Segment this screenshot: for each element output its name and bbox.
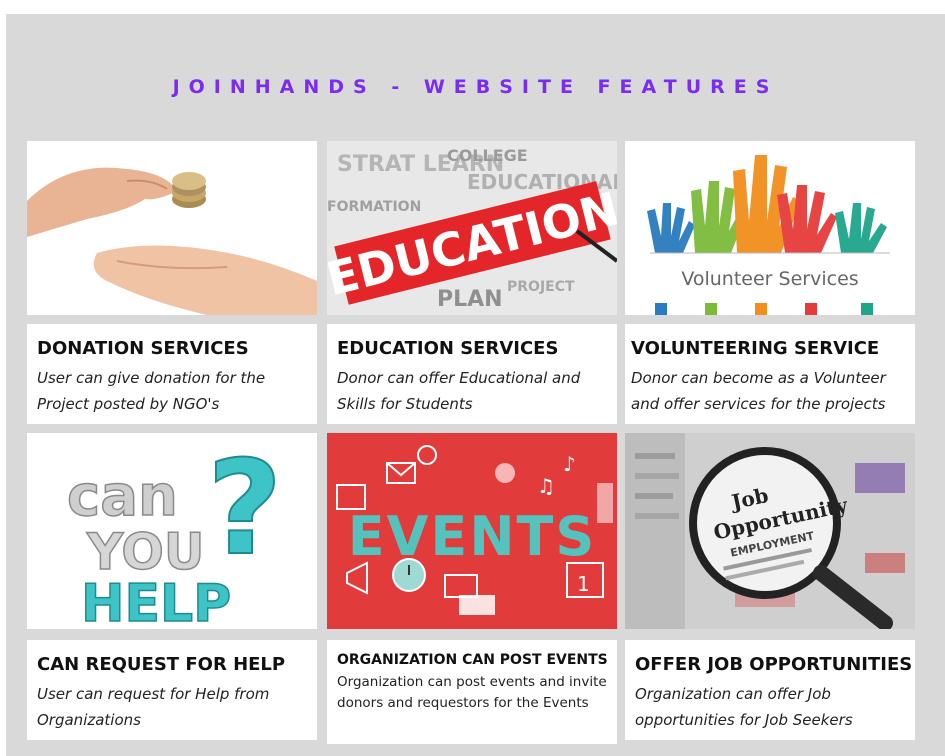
events-description: Organization can post events and invite … (337, 674, 607, 711)
education-title: EDUCATION SERVICES (337, 338, 559, 359)
svg-text:PROJECT: PROJECT (507, 279, 575, 295)
svg-text:Volunteer Services: Volunteer Services (681, 268, 858, 290)
volunteer-card: VOLUNTEERING SERVICE Donor can become as… (625, 324, 915, 424)
donation-card: DONATION SERVICES User can give donation… (27, 324, 317, 424)
jobs-title: OFFER JOB OPPORTUNITIES (635, 654, 913, 675)
events-title: ORGANIZATION CAN POST EVENTS (337, 652, 608, 668)
jobs-description: Organization can offer Job opportunities… (635, 685, 853, 729)
svg-text:?: ? (207, 433, 282, 584)
events-card: ORGANIZATION CAN POST EVENTS Organizatio… (327, 640, 617, 744)
jobs-card: OFFER JOB OPPORTUNITIES Organization can… (625, 640, 915, 740)
svg-text:FORMATION: FORMATION (327, 199, 421, 215)
education-image: STRAT LEARN COLLEGE EDUCATIONAL FORMATIO… (327, 141, 617, 315)
help-title: CAN REQUEST FOR HELP (37, 654, 286, 675)
svg-text:PLAN: PLAN (437, 287, 503, 312)
svg-text:COLLEGE: COLLEGE (447, 146, 528, 165)
events-image: ♪ ♫ 1 EVENTS (327, 433, 617, 629)
volunteer-description: Donor can become as a Volunteer and offe… (631, 369, 886, 413)
job-opportunity-image: Job Opportunity EMPLOYMENT (625, 433, 915, 629)
help-description: User can request for Help from Organizat… (37, 685, 270, 729)
donation-image (27, 141, 317, 315)
page-title: JOINHANDS - WEBSITE FEATURES (172, 76, 779, 98)
volunteer-image: Volunteer Services (625, 141, 915, 315)
donation-title: DONATION SERVICES (37, 338, 249, 359)
svg-text:♫: ♫ (537, 474, 555, 498)
donation-description: User can give donation for the Project p… (37, 369, 266, 413)
can-you-help-image: ? can YOU HELP (27, 433, 317, 629)
volunteer-title: VOLUNTEERING SERVICE (631, 338, 880, 359)
education-card: EDUCATION SERVICES Donor can offer Educa… (327, 324, 617, 424)
svg-text:1: 1 (577, 572, 590, 596)
svg-text:can: can (67, 464, 178, 529)
education-description: Donor can offer Educational and Skills f… (337, 369, 581, 413)
svg-text:♪: ♪ (563, 452, 576, 476)
svg-text:HELP: HELP (81, 574, 231, 629)
help-card: CAN REQUEST FOR HELP User can request fo… (27, 640, 317, 740)
svg-text:YOU: YOU (86, 523, 205, 581)
svg-text:EVENTS: EVENTS (348, 505, 597, 568)
